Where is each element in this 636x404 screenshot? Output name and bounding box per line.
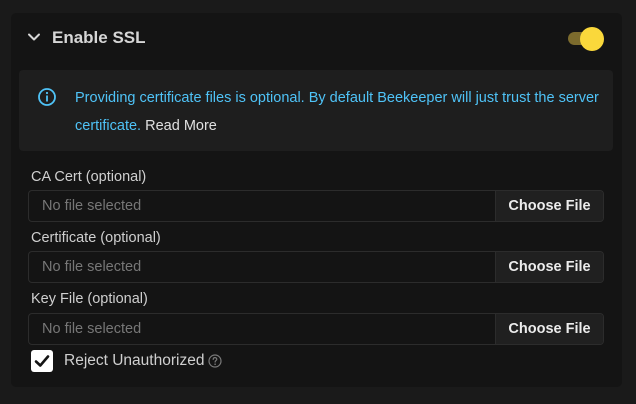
- ssl-title[interactable]: Enable SSL: [52, 28, 146, 48]
- ca-cert-input[interactable]: No file selected Choose File: [28, 190, 604, 222]
- key-file-label: Key File (optional): [31, 291, 148, 307]
- read-more-link[interactable]: Read More: [145, 118, 217, 134]
- info-box: Providing certificate files is optional.…: [19, 70, 613, 151]
- ssl-header[interactable]: Enable SSL: [11, 13, 622, 63]
- ssl-panel: Enable SSL Providing certificate files i…: [11, 13, 622, 387]
- help-icon[interactable]: [208, 354, 222, 368]
- toggle-knob: [580, 27, 604, 51]
- certificate-choose-button[interactable]: Choose File: [495, 252, 603, 282]
- chevron-down-icon[interactable]: [27, 30, 41, 44]
- info-icon: [38, 88, 56, 106]
- certificate-label: Certificate (optional): [31, 230, 161, 246]
- certificate-input[interactable]: No file selected Choose File: [28, 251, 604, 283]
- reject-unauthorized-label[interactable]: Reject Unauthorized: [64, 352, 204, 370]
- info-message: Providing certificate files is optional.…: [75, 84, 605, 140]
- key-file-filename: No file selected: [42, 321, 142, 337]
- ca-cert-filename: No file selected: [42, 198, 142, 214]
- ca-cert-label: CA Cert (optional): [31, 169, 147, 185]
- ssl-toggle[interactable]: [566, 27, 604, 51]
- checkmark-icon: [34, 355, 50, 367]
- certificate-filename: No file selected: [42, 259, 142, 275]
- ca-cert-choose-button[interactable]: Choose File: [495, 191, 603, 221]
- key-file-choose-button[interactable]: Choose File: [495, 314, 603, 344]
- reject-unauthorized-checkbox[interactable]: [31, 350, 53, 372]
- key-file-input[interactable]: No file selected Choose File: [28, 313, 604, 345]
